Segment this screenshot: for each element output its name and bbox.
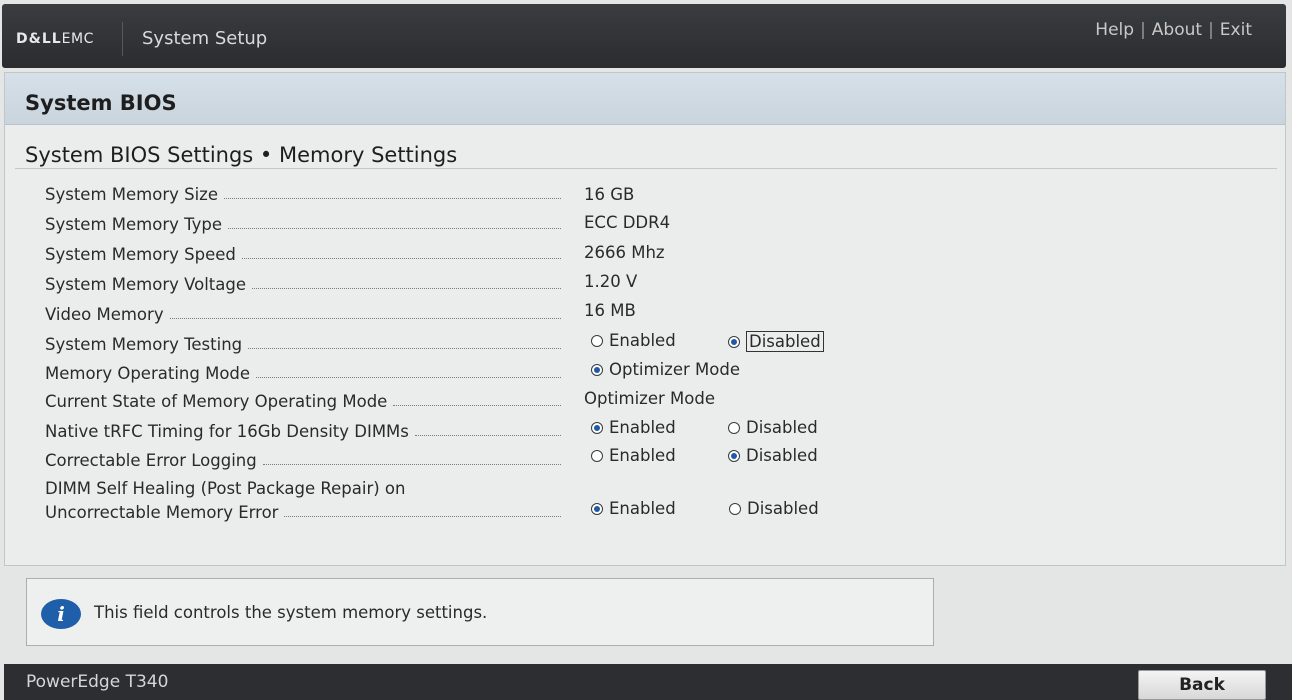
link-separator: |	[1208, 20, 1214, 40]
top-bar: D&LLEMC System Setup Help | About | Exit	[2, 4, 1286, 68]
radio-error-logging-disabled[interactable]: Disabled	[728, 446, 818, 465]
system-model: PowerEdge T340	[26, 672, 169, 692]
setting-value: Optimizer Mode	[584, 389, 715, 408]
back-button[interactable]: Back	[1138, 670, 1266, 700]
setting-label: System Memory Type	[45, 215, 223, 234]
setting-label: Correctable Error Logging	[45, 451, 257, 470]
setting-value: ECC DDR4	[584, 213, 671, 232]
setting-label: System Memory Testing	[45, 335, 243, 354]
radio-circle	[728, 421, 740, 434]
setting-value: 16 MB	[584, 301, 636, 320]
setting-label-line1: DIMM Self Healing (Post Package Repair) …	[45, 479, 406, 498]
setting-label: System Memory Size	[45, 185, 218, 204]
app-title: System Setup	[142, 28, 268, 49]
setting-value: 2666 Mhz	[584, 243, 665, 262]
info-icon: i	[41, 599, 81, 629]
help-text: This field controls the system memory se…	[94, 603, 488, 622]
setting-label: Memory Operating Mode	[45, 364, 251, 383]
setting-label-line2: Uncorrectable Memory Error	[45, 503, 279, 522]
radio-circle	[729, 502, 741, 515]
radio-error-logging-enabled[interactable]: Enabled	[591, 446, 676, 465]
radio-circle	[591, 502, 603, 515]
logo-dell-text: D&LL	[16, 31, 62, 47]
radio-circle	[728, 449, 740, 462]
about-link[interactable]: About	[1152, 20, 1202, 40]
panel-title: System BIOS	[25, 91, 177, 115]
setting-value: 16 GB	[584, 185, 635, 204]
top-links: Help | About | Exit	[1095, 20, 1252, 40]
radio-self-healing-enabled[interactable]: Enabled	[591, 499, 676, 518]
settings-panel: System BIOS System BIOS Settings • Memor…	[4, 72, 1286, 566]
logo-divider	[122, 22, 123, 56]
radio-circle	[591, 363, 603, 376]
radio-trfc-enabled[interactable]: Enabled	[591, 418, 676, 437]
radio-circle	[591, 334, 603, 347]
radio-memory-testing-disabled[interactable]: Disabled	[728, 331, 824, 352]
radio-self-healing-disabled[interactable]: Disabled	[729, 499, 819, 518]
breadcrumb-divider	[15, 168, 1277, 169]
radio-circle	[591, 449, 603, 462]
setting-label: Native tRFC Timing for 16Gb Density DIMM…	[45, 422, 409, 441]
radio-trfc-disabled[interactable]: Disabled	[728, 418, 818, 437]
setting-label: Video Memory	[45, 305, 164, 324]
radio-circle	[728, 335, 740, 348]
radio-optimizer-mode[interactable]: Optimizer Mode	[591, 360, 740, 379]
exit-link[interactable]: Exit	[1220, 20, 1252, 40]
help-info-box: i This field controls the system memory …	[26, 578, 934, 646]
bottom-bar: PowerEdge T340 Back	[4, 664, 1292, 700]
breadcrumb: System BIOS Settings • Memory Settings	[25, 143, 458, 167]
radio-circle	[591, 421, 603, 434]
logo-emc-text: EMC	[61, 31, 94, 47]
setting-label: System Memory Speed	[45, 245, 236, 264]
setting-label: System Memory Voltage	[45, 275, 247, 294]
setting-value: 1.20 V	[584, 272, 638, 291]
link-separator: |	[1140, 20, 1146, 40]
dell-emc-logo: D&LLEMC	[16, 31, 94, 47]
panel-header: System BIOS	[5, 73, 1285, 125]
help-link[interactable]: Help	[1095, 20, 1134, 40]
radio-memory-testing-enabled[interactable]: Enabled	[591, 331, 676, 350]
setting-label: Current State of Memory Operating Mode	[45, 392, 388, 411]
